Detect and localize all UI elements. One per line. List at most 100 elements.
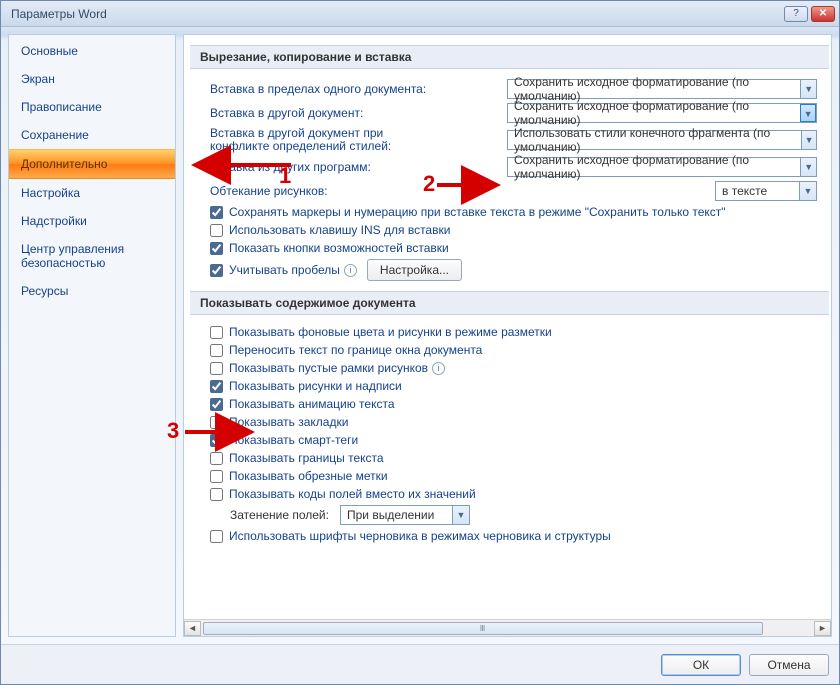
checkbox-label: Показывать рисунки и надписи xyxy=(229,379,402,393)
checkbox-input[interactable] xyxy=(210,344,223,357)
checkbox-input[interactable] xyxy=(210,470,223,483)
checkbox-input[interactable] xyxy=(210,434,223,447)
scroll-track[interactable]: Ⅲ xyxy=(201,621,814,636)
checkbox-label: Показывать анимацию текста xyxy=(229,397,395,411)
checkbox-input[interactable] xyxy=(210,416,223,429)
help-button[interactable]: ? xyxy=(784,6,808,22)
checkbox-crop-marks[interactable]: Показывать обрезные метки xyxy=(190,467,829,485)
dropdown-value: в тексте xyxy=(722,184,767,198)
label-paste-style-conflict: Вставка в другой документ при конфликте … xyxy=(210,127,435,153)
horizontal-scrollbar[interactable]: ◄ Ⅲ ► xyxy=(184,619,831,636)
checkbox-field-codes[interactable]: Показывать коды полей вместо их значений xyxy=(190,485,829,503)
dropdown-value: Сохранить исходное форматирование (по ум… xyxy=(514,153,794,181)
checkbox-drawings[interactable]: Показывать рисунки и надписи xyxy=(190,377,829,395)
checkbox-label: Показывать коды полей вместо их значений xyxy=(229,487,476,501)
sidebar-item-advanced[interactable]: Дополнительно xyxy=(9,149,175,179)
info-icon[interactable]: i xyxy=(344,264,357,277)
label-picture-wrap: Обтекание рисунков: xyxy=(210,184,435,198)
checkbox-input[interactable] xyxy=(210,242,223,255)
dropdown-value: При выделении xyxy=(347,508,434,522)
checkbox-animation[interactable]: Показывать анимацию текста xyxy=(190,395,829,413)
checkbox-keep-bullets[interactable]: Сохранять маркеры и нумерацию при вставк… xyxy=(190,203,829,221)
scroll-thumb[interactable]: Ⅲ xyxy=(203,622,763,635)
checkbox-input[interactable] xyxy=(210,398,223,411)
dropdown-field-shading[interactable]: При выделении ▼ xyxy=(340,505,470,525)
checkbox-boundaries[interactable]: Показывать границы текста xyxy=(190,449,829,467)
row-picture-wrap: Обтекание рисунков: в тексте ▼ xyxy=(190,179,829,203)
checkbox-label: Сохранять маркеры и нумерацию при вставк… xyxy=(229,205,726,219)
dropdown-paste-within-doc[interactable]: Сохранить исходное форматирование (по ум… xyxy=(507,79,817,99)
sidebar-item-display[interactable]: Экран xyxy=(9,65,175,93)
checkbox-bg-colors[interactable]: Показывать фоновые цвета и рисунки в реж… xyxy=(190,323,829,341)
checkbox-input[interactable] xyxy=(210,326,223,339)
close-button[interactable]: ✕ xyxy=(811,6,835,22)
checkbox-bookmarks[interactable]: Показывать закладки xyxy=(190,413,829,431)
checkbox-label: Использовать шрифты черновика в режимах … xyxy=(229,529,611,543)
row-paste-within-doc: Вставка в пределах одного документа: Сох… xyxy=(190,77,829,101)
sidebar-item-trust-center[interactable]: Центр управления безопасностью xyxy=(9,235,175,277)
checkbox-paste-options[interactable]: Показать кнопки возможностей вставки xyxy=(190,239,829,257)
checkbox-placeholders[interactable]: Показывать пустые рамки рисунков i xyxy=(190,359,829,377)
checkbox-input[interactable] xyxy=(210,530,223,543)
dropdown-value: Использовать стили конечного фрагмента (… xyxy=(514,126,795,154)
scroll-right-icon[interactable]: ► xyxy=(814,621,831,636)
checkbox-label: Показывать фоновые цвета и рисунки в реж… xyxy=(229,325,552,339)
row-paste-other-doc: Вставка в другой документ: Сохранить исх… xyxy=(190,101,829,125)
chevron-down-icon: ▼ xyxy=(799,182,816,200)
checkbox-input[interactable] xyxy=(210,264,223,277)
checkbox-smart-paste[interactable]: Учитывать пробелы i Настройка... xyxy=(190,257,829,287)
checkbox-input[interactable] xyxy=(210,206,223,219)
titlebar: Параметры Word ? ✕ xyxy=(1,1,839,27)
dropdown-picture-wrap[interactable]: в тексте ▼ xyxy=(715,181,817,201)
chevron-down-icon: ▼ xyxy=(801,131,816,149)
sidebar-item-resources[interactable]: Ресурсы xyxy=(9,277,175,305)
section-cut-copy-paste: Вырезание, копирование и вставка xyxy=(190,45,829,69)
window-title: Параметры Word xyxy=(5,7,107,21)
sidebar-item-general[interactable]: Основные xyxy=(9,37,175,65)
chevron-down-icon: ▼ xyxy=(800,80,816,98)
checkbox-label: Показать кнопки возможностей вставки xyxy=(229,241,449,255)
row-field-shading: Затенение полей: При выделении ▼ xyxy=(190,503,829,527)
checkbox-smart-tags[interactable]: Показывать смарт-теги xyxy=(190,431,829,449)
label-paste-other-doc: Вставка в другой документ: xyxy=(210,106,435,120)
chevron-down-icon: ▼ xyxy=(452,506,469,524)
checkbox-input[interactable] xyxy=(210,380,223,393)
content-pane: Вырезание, копирование и вставка Вставка… xyxy=(183,34,832,637)
sidebar-item-customize[interactable]: Настройка xyxy=(9,179,175,207)
checkbox-wrap-window[interactable]: Переносить текст по границе окна докумен… xyxy=(190,341,829,359)
sidebar-item-save[interactable]: Сохранение xyxy=(9,121,175,149)
checkbox-ins-key[interactable]: Использовать клавишу INS для вставки xyxy=(190,221,829,239)
checkbox-label: Переносить текст по границе окна докумен… xyxy=(229,343,482,357)
label-field-shading: Затенение полей: xyxy=(230,508,340,522)
dropdown-paste-other-programs[interactable]: Сохранить исходное форматирование (по ум… xyxy=(507,157,817,177)
sidebar-item-proofing[interactable]: Правописание xyxy=(9,93,175,121)
section-show-content: Показывать содержимое документа xyxy=(190,291,829,315)
checkbox-label: Показывать закладки xyxy=(229,415,348,429)
chevron-down-icon: ▼ xyxy=(800,104,816,122)
ok-button[interactable]: ОК xyxy=(661,654,741,676)
checkbox-draft-fonts[interactable]: Использовать шрифты черновика в режимах … xyxy=(190,527,829,545)
scroll-left-icon[interactable]: ◄ xyxy=(184,621,201,636)
checkbox-label: Учитывать пробелы xyxy=(229,263,340,277)
checkbox-input[interactable] xyxy=(210,488,223,501)
checkbox-input[interactable] xyxy=(210,362,223,375)
sidebar-item-addins[interactable]: Надстройки xyxy=(9,207,175,235)
checkbox-label: Использовать клавишу INS для вставки xyxy=(229,223,450,237)
info-icon[interactable]: i xyxy=(432,362,445,375)
word-options-dialog: Параметры Word ? ✕ Основные Экран Правоп… xyxy=(0,0,840,685)
smart-paste-settings-button[interactable]: Настройка... xyxy=(367,259,462,281)
dropdown-paste-style-conflict[interactable]: Использовать стили конечного фрагмента (… xyxy=(507,130,817,150)
dropdown-value: Сохранить исходное форматирование (по ум… xyxy=(514,99,794,127)
dialog-body: Основные Экран Правописание Сохранение Д… xyxy=(1,27,839,644)
checkbox-input[interactable] xyxy=(210,224,223,237)
label-paste-within-doc: Вставка в пределах одного документа: xyxy=(210,82,435,96)
content-scroll[interactable]: Вырезание, копирование и вставка Вставка… xyxy=(184,35,831,619)
checkbox-input[interactable] xyxy=(210,452,223,465)
checkbox-label: Показывать пустые рамки рисунков xyxy=(229,361,428,375)
dropdown-paste-other-doc[interactable]: Сохранить исходное форматирование (по ум… xyxy=(507,103,817,123)
checkbox-label: Показывать границы текста xyxy=(229,451,384,465)
dialog-footer: ОК Отмена xyxy=(1,644,839,684)
cancel-button[interactable]: Отмена xyxy=(749,654,829,676)
chevron-down-icon: ▼ xyxy=(800,158,816,176)
label-paste-other-programs: Вставка из других программ: xyxy=(210,160,435,174)
